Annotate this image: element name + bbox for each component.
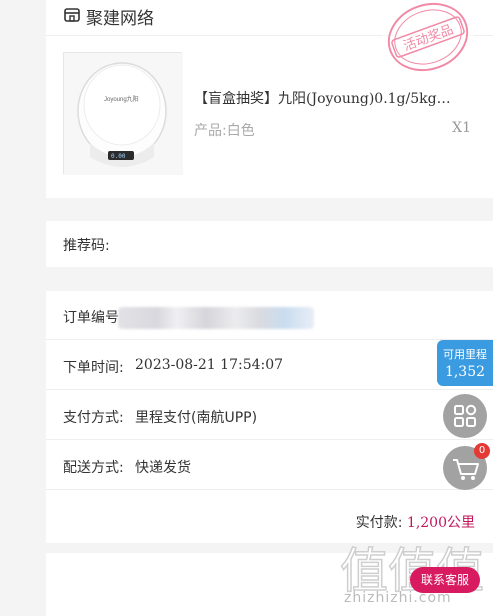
order-info-section: 订单编号 下单时间: 2023-08-21 17:54:07 支付方式: 里程支… — [46, 291, 493, 543]
order-detail-page: 聚建网络 0.00 Joyoung九阳 【盲盒抽奖】九阳(Joyoung)0.1… — [46, 0, 493, 616]
order-number-redacted — [118, 307, 314, 329]
store-name: 聚建网络 — [86, 9, 154, 29]
order-number-label: 订单编号 — [63, 310, 119, 326]
delivery-method-row: 配送方式: 快递发货 — [46, 441, 493, 490]
kitchen-scale-image: 0.00 Joyoung九阳 — [64, 53, 183, 175]
payment-total-amount: 1,200公里 — [406, 515, 475, 531]
product-title[interactable]: 【盲盒抽奖】九阳(Joyoung)0.1g/5kg高精… — [194, 88, 464, 108]
payment-method-value: 里程支付(南航UPP) — [135, 410, 258, 426]
payment-method-row: 支付方式: 里程支付(南航UPP) — [46, 391, 493, 440]
product-image[interactable]: 0.00 Joyoung九阳 — [63, 52, 183, 175]
cart-count-badge: 0 — [474, 443, 490, 459]
recommend-code-row[interactable]: 推荐码: — [46, 221, 493, 267]
payment-total-label: 实付款: — [355, 515, 403, 531]
payment-total: 实付款: 1,200公里 — [356, 512, 475, 532]
payment-method-label: 支付方式: — [63, 410, 124, 426]
prize-stamp: 活动奖品 — [382, 0, 474, 74]
svg-text:0.00: 0.00 — [111, 153, 126, 160]
store-icon — [64, 8, 80, 22]
order-time-row: 下单时间: 2023-08-21 17:54:07 — [46, 341, 493, 390]
watermark-site-text: zhizhizhi.com — [344, 590, 452, 606]
product-quantity: X1 — [452, 120, 471, 136]
order-time-value: 2023-08-21 17:54:07 — [135, 357, 284, 373]
apps-grid-icon — [454, 404, 477, 427]
mileage-label: 可用里程 — [443, 348, 487, 361]
order-number-row[interactable]: 订单编号 — [46, 291, 493, 340]
delivery-method-value: 快递发货 — [135, 460, 191, 476]
mileage-value: 1,352 — [444, 364, 486, 380]
available-mileage-badge[interactable]: 可用里程 1,352 — [437, 340, 493, 386]
apps-button[interactable] — [443, 394, 487, 438]
product-spec: 产品:白色 — [194, 123, 255, 139]
delivery-method-label: 配送方式: — [63, 460, 124, 476]
order-time-label: 下单时间: — [63, 360, 124, 376]
recommend-code-label: 推荐码: — [63, 238, 110, 254]
svg-text:Joyoung九阳: Joyoung九阳 — [104, 95, 139, 103]
